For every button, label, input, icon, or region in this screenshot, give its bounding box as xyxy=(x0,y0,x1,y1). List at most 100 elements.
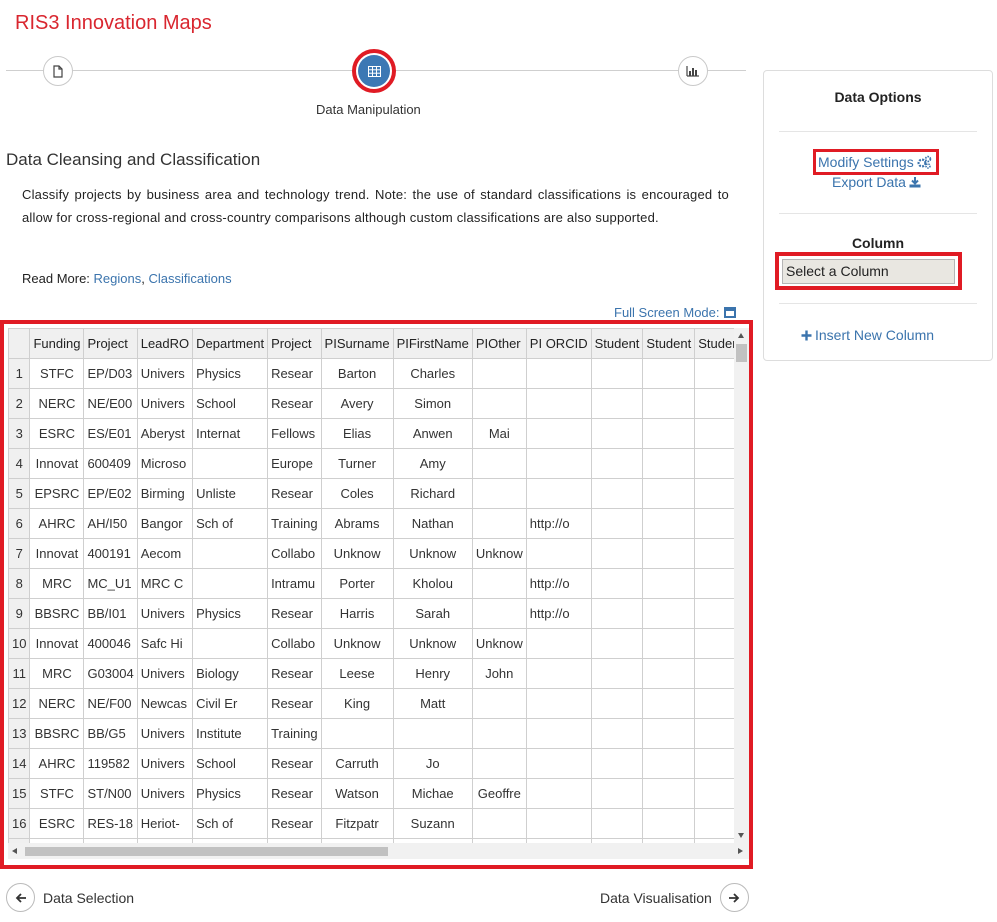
table-cell[interactable]: RES-18 xyxy=(83,808,138,839)
table-cell[interactable] xyxy=(694,718,734,749)
table-cell[interactable] xyxy=(642,808,696,839)
classifications-link[interactable]: Classifications xyxy=(149,271,232,286)
table-cell[interactable]: Charles xyxy=(392,358,473,389)
table-cell[interactable]: BB/G5 xyxy=(83,718,138,749)
table-cell[interactable]: STFC xyxy=(29,358,85,389)
table-cell[interactable]: Watson xyxy=(320,778,394,809)
table-cell[interactable]: Birming xyxy=(136,478,194,509)
table-cell[interactable]: Amy xyxy=(392,448,473,479)
table-cell[interactable] xyxy=(392,718,473,749)
table-cell[interactable] xyxy=(642,388,696,419)
table-cell[interactable]: Avery xyxy=(320,388,394,419)
table-cell[interactable]: AH/I50 xyxy=(83,508,138,539)
table-cell[interactable]: Abrams xyxy=(320,508,394,539)
table-row[interactable]: 15 STFC ST/N00 Univers Physics Resear Watson Mi… xyxy=(8,778,734,809)
column-header[interactable]: Department xyxy=(192,328,269,359)
table-cell[interactable] xyxy=(525,628,592,659)
table-cell[interactable]: Univers xyxy=(136,598,194,629)
table-cell[interactable]: BBSRC xyxy=(29,598,85,629)
table-cell[interactable] xyxy=(590,388,644,419)
table-cell[interactable]: Fellows xyxy=(267,418,322,449)
table-cell[interactable]: King xyxy=(320,688,394,719)
table-cell[interactable]: Richard xyxy=(392,478,473,509)
table-cell[interactable]: EP/D03 xyxy=(83,358,138,389)
table-cell[interactable]: ESRC xyxy=(29,418,85,449)
table-cell[interactable]: Kholou xyxy=(392,568,473,599)
table-cell[interactable]: 119582 xyxy=(83,748,138,779)
column-header[interactable]: LeadRO xyxy=(136,328,194,359)
table-cell[interactable] xyxy=(694,508,734,539)
table-cell[interactable]: BB/I01 xyxy=(83,598,138,629)
table-cell[interactable]: Resear xyxy=(267,388,322,419)
table-cell[interactable] xyxy=(642,508,696,539)
table-cell[interactable] xyxy=(642,418,696,449)
table-cell[interactable] xyxy=(192,568,269,599)
table-cell[interactable]: Resear xyxy=(267,688,322,719)
table-cell[interactable]: 400046 xyxy=(83,628,138,659)
table-cell[interactable] xyxy=(694,658,734,689)
table-cell[interactable] xyxy=(525,808,592,839)
table-cell[interactable]: http://o xyxy=(525,508,592,539)
column-header[interactable]: PISurname xyxy=(320,328,394,359)
table-cell[interactable]: MRC C xyxy=(136,568,194,599)
table-cell[interactable]: Michae xyxy=(392,778,473,809)
table-cell[interactable]: Resear xyxy=(267,358,322,389)
table-cell[interactable]: Collabo xyxy=(267,628,322,659)
table-row[interactable]: 5 EPSRC EP/E02 Birming Unliste Resear Coles Ric… xyxy=(8,478,734,509)
table-cell[interactable]: Bangor xyxy=(136,508,194,539)
table-cell[interactable] xyxy=(642,688,696,719)
table-cell[interactable]: Suzann xyxy=(392,808,473,839)
table-cell[interactable]: John xyxy=(471,658,527,689)
table-row[interactable]: 4Innovat600409MicrosoEuropeTurnerAmyHOPE xyxy=(8,448,734,479)
table-cell[interactable]: Resear xyxy=(267,748,322,779)
table-cell[interactable]: Jo xyxy=(392,748,473,779)
table-cell[interactable]: Aberyst xyxy=(136,418,194,449)
table-cell[interactable] xyxy=(471,478,527,509)
table-cell[interactable]: Leese xyxy=(320,658,394,689)
row-header[interactable]: 2 xyxy=(8,388,31,419)
table-cell[interactable]: Barton xyxy=(320,358,394,389)
table-cell[interactable]: Training xyxy=(267,508,322,539)
table-cell[interactable]: Resear xyxy=(267,778,322,809)
table-cell[interactable] xyxy=(694,358,734,389)
table-cell[interactable] xyxy=(590,598,644,629)
table-cell[interactable] xyxy=(525,448,592,479)
table-cell[interactable] xyxy=(694,598,734,629)
table-cell[interactable]: Sarah xyxy=(392,598,473,629)
table-cell[interactable]: EPSRC xyxy=(29,478,85,509)
grid-viewport[interactable]: Funding Project LeadRO Department Project PIS… xyxy=(8,328,734,843)
horizontal-scrollbar[interactable] xyxy=(8,843,749,859)
table-row[interactable]: 3 ESRC ES/E01 Aberyst Internat Fellows Elias An… xyxy=(8,418,734,449)
data-table[interactable]: Funding Project LeadRO Department Project PIS… xyxy=(8,328,734,843)
table-cell[interactable]: Physics xyxy=(192,598,269,629)
scroll-right-icon[interactable] xyxy=(738,848,743,854)
table-cell[interactable] xyxy=(471,688,527,719)
table-cell[interactable]: Civil Er xyxy=(192,688,269,719)
table-cell[interactable]: NE/F00 xyxy=(83,688,138,719)
row-header[interactable]: 16 xyxy=(8,808,31,839)
row-header[interactable]: 15 xyxy=(8,778,31,809)
table-cell[interactable] xyxy=(642,358,696,389)
table-cell[interactable]: AHRC xyxy=(29,748,85,779)
table-cell[interactable] xyxy=(471,718,527,749)
column-header[interactable]: Project xyxy=(267,328,322,359)
table-cell[interactable] xyxy=(694,748,734,779)
table-row[interactable]: 8 MRC MC_U1 MRC C Intramu Porter Kholou http://… xyxy=(8,568,734,599)
table-cell[interactable]: NERC xyxy=(29,388,85,419)
horizontal-scroll-thumb[interactable] xyxy=(25,847,388,856)
table-cell[interactable] xyxy=(471,808,527,839)
table-cell[interactable] xyxy=(192,448,269,479)
table-cell[interactable]: Innovat xyxy=(29,538,85,569)
table-row[interactable]: 7 Innovat 400191 Aecom Collabo Unknow Unknow Un… xyxy=(8,538,734,569)
step-data-manipulation[interactable] xyxy=(352,49,396,93)
table-cell[interactable] xyxy=(590,418,644,449)
column-select[interactable]: Select a Column xyxy=(782,259,955,284)
table-cell[interactable]: Aecom xyxy=(136,538,194,569)
table-cell[interactable] xyxy=(642,778,696,809)
table-cell[interactable] xyxy=(694,808,734,839)
table-cell[interactable] xyxy=(590,478,644,509)
row-header[interactable]: 6 xyxy=(8,508,31,539)
table-cell[interactable]: 600409 xyxy=(83,448,138,479)
table-cell[interactable]: Turner xyxy=(320,448,394,479)
table-cell[interactable]: Training xyxy=(267,718,322,749)
